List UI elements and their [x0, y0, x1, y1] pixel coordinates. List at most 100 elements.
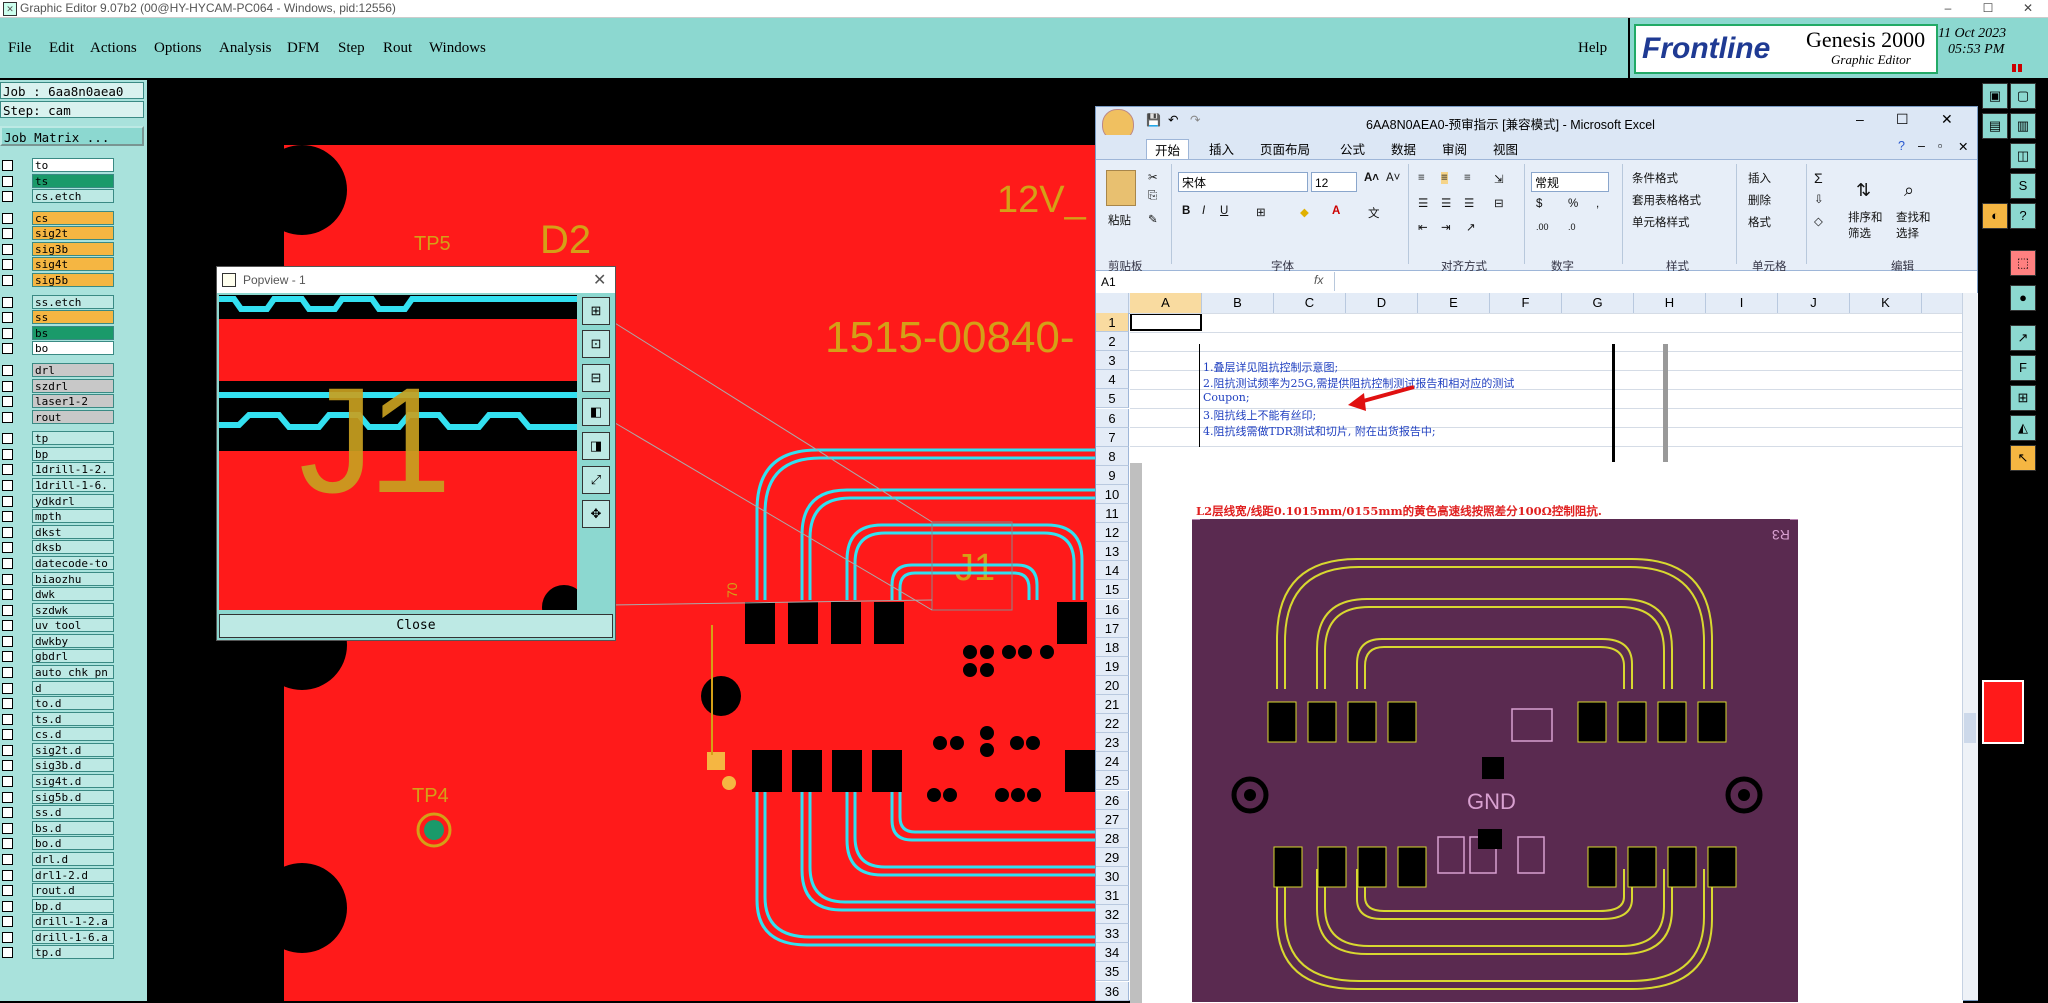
- layer-checkbox[interactable]: [2, 160, 13, 171]
- layer-name[interactable]: tp: [32, 431, 114, 446]
- formula-input[interactable]: [1334, 272, 1955, 291]
- paste-label[interactable]: 粘贴: [1108, 212, 1131, 228]
- layer-row[interactable]: dwk: [0, 587, 147, 602]
- border-icon[interactable]: ⊞: [1256, 205, 1266, 219]
- paste-icon[interactable]: [1106, 170, 1136, 206]
- scrollbar-thumb[interactable]: [1964, 713, 1976, 743]
- wrap-text-icon[interactable]: ⇲: [1494, 172, 1504, 186]
- layer-name[interactable]: sig3b.d: [32, 758, 114, 773]
- cell-styles-button[interactable]: 单元格样式: [1632, 214, 1690, 230]
- layer-row[interactable]: rout.d: [0, 883, 147, 898]
- align-middle-icon[interactable]: ≡: [1441, 172, 1448, 184]
- row-header[interactable]: 1: [1096, 313, 1129, 332]
- layer-name[interactable]: cs: [32, 210, 114, 225]
- menu-actions[interactable]: Actions: [90, 40, 137, 57]
- layer-checkbox[interactable]: [2, 175, 13, 187]
- layer-name[interactable]: mpth: [32, 509, 114, 524]
- row-header[interactable]: 4: [1096, 370, 1129, 390]
- layer-checkbox[interactable]: [2, 869, 13, 881]
- delete-cells-button[interactable]: 删除: [1748, 192, 1771, 208]
- tool-icon[interactable]: S: [2010, 173, 2036, 199]
- row-header[interactable]: 22: [1096, 714, 1129, 734]
- layer-checkbox[interactable]: [2, 364, 13, 376]
- fx-icon[interactable]: fx: [1314, 273, 1323, 287]
- layer-name[interactable]: bs.d: [32, 820, 114, 835]
- currency-icon[interactable]: $: [1536, 198, 1542, 210]
- layer-name[interactable]: 1drill-1-2.: [32, 462, 114, 477]
- layer-name[interactable]: cs.d: [32, 727, 114, 742]
- layer-name[interactable]: uv_tool: [32, 618, 114, 633]
- bold-icon[interactable]: B: [1182, 205, 1190, 217]
- layer-name[interactable]: ts: [32, 173, 114, 188]
- layer-checkbox[interactable]: [2, 228, 13, 240]
- row-header[interactable]: 5: [1096, 389, 1129, 409]
- select-all-corner[interactable]: [1096, 293, 1129, 313]
- layer-name[interactable]: dwkby: [32, 633, 114, 648]
- row-header[interactable]: 20: [1096, 675, 1129, 695]
- row-header[interactable]: 2: [1096, 332, 1129, 352]
- popview-pan-up-button[interactable]: ⊡: [582, 330, 610, 358]
- find-select-button[interactable]: 查找和 选择: [1896, 210, 1931, 242]
- layer-row[interactable]: gbdrl: [0, 649, 147, 664]
- layer-name[interactable]: to.d: [32, 696, 114, 711]
- layer-row[interactable]: ss.etch: [0, 294, 147, 310]
- layer-checkbox[interactable]: [2, 275, 13, 287]
- layer-checkbox[interactable]: [2, 312, 13, 324]
- layer-name[interactable]: bo.d: [32, 836, 114, 851]
- layer-name[interactable]: ydkdrl: [32, 493, 114, 508]
- sort-filter-button[interactable]: 排序和 筛选: [1848, 210, 1883, 242]
- layer-name[interactable]: ss: [32, 310, 114, 325]
- row-header[interactable]: 21: [1096, 695, 1129, 714]
- layer-row[interactable]: bs.d: [0, 820, 147, 836]
- row-header[interactable]: 18: [1096, 637, 1129, 657]
- menu-analysis[interactable]: Analysis: [219, 40, 272, 57]
- menu-step[interactable]: Step: [338, 40, 365, 57]
- layer-checkbox[interactable]: [2, 433, 13, 445]
- layer-name[interactable]: sig3b: [32, 241, 114, 256]
- menu-dfm[interactable]: DFM: [287, 40, 320, 57]
- menu-edit[interactable]: Edit: [49, 40, 74, 57]
- layer-name[interactable]: bp: [32, 446, 114, 461]
- layer-row[interactable]: ts.d: [0, 711, 147, 727]
- layer-row[interactable]: auto_chk_pn: [0, 664, 147, 680]
- layer-name[interactable]: drl.d: [32, 851, 114, 866]
- align-center-icon[interactable]: ☰: [1441, 196, 1451, 210]
- layer-row[interactable]: cs: [0, 210, 147, 226]
- menu-help[interactable]: Help: [1578, 40, 1607, 57]
- merge-icon[interactable]: ⊟: [1494, 196, 1504, 210]
- insert-cells-button[interactable]: 插入: [1748, 170, 1771, 186]
- layer-checkbox[interactable]: [2, 396, 13, 408]
- layer-name[interactable]: ss.etch: [32, 294, 114, 309]
- layer-name[interactable]: drill-1-2.a: [32, 914, 114, 929]
- decrease-indent-icon[interactable]: ⇤: [1418, 220, 1428, 234]
- tool-icon[interactable]: ↖: [2010, 445, 2036, 471]
- excel-maximize-button[interactable]: ☐: [1896, 111, 1909, 128]
- layer-row[interactable]: bo.d: [0, 836, 147, 851]
- column-header[interactable]: E: [1418, 293, 1490, 313]
- ribbon-minimize-icon[interactable]: –: [1918, 139, 1925, 153]
- layer-row[interactable]: tp.d: [0, 945, 147, 960]
- row-header[interactable]: 11: [1096, 504, 1129, 523]
- layer-row[interactable]: uv_tool: [0, 618, 147, 633]
- layer-checkbox[interactable]: [2, 744, 13, 756]
- column-header[interactable]: G: [1562, 293, 1634, 313]
- tab-formulas[interactable]: 公式: [1340, 139, 1365, 158]
- layer-row[interactable]: 1drill-1-2.: [0, 462, 147, 477]
- popview-canvas[interactable]: J1: [219, 295, 577, 610]
- tool-icon[interactable]: ⬚: [2010, 250, 2036, 276]
- popview-center-button[interactable]: ✥: [582, 500, 610, 528]
- layer-row[interactable]: bo: [0, 341, 147, 356]
- layer-name[interactable]: rout: [32, 409, 114, 424]
- layer-row[interactable]: sig2t.d: [0, 742, 147, 758]
- popview-pan-left-button[interactable]: ◧: [582, 398, 610, 426]
- layer-row[interactable]: d: [0, 680, 147, 696]
- fill-color-icon[interactable]: ◆: [1300, 205, 1309, 219]
- layer-checkbox[interactable]: [2, 776, 13, 788]
- column-header[interactable]: H: [1634, 293, 1706, 313]
- align-bottom-icon[interactable]: ≡: [1464, 172, 1471, 184]
- row-header[interactable]: 8: [1096, 446, 1129, 466]
- layer-name[interactable]: gbdrl: [32, 649, 114, 664]
- row-header[interactable]: 35: [1096, 962, 1129, 982]
- layer-checkbox[interactable]: [2, 947, 13, 959]
- row-header[interactable]: 30: [1096, 866, 1129, 886]
